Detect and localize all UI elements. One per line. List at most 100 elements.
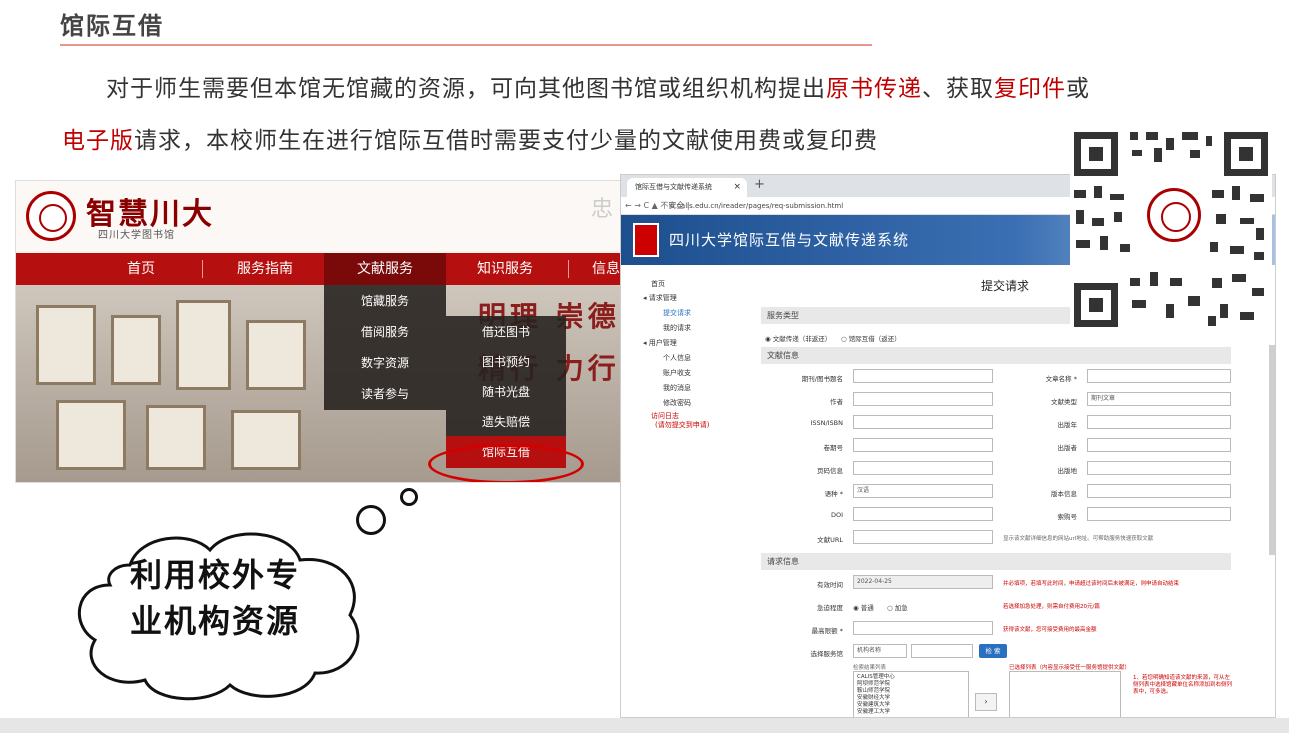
chosen-listbox[interactable] (1009, 671, 1121, 717)
edition-input[interactable] (1087, 484, 1231, 498)
qr-finder-bottom-left (1074, 283, 1118, 327)
library-search-input[interactable] (911, 644, 973, 658)
wall-frame (111, 315, 161, 385)
doi-input[interactable] (853, 507, 993, 521)
radio-document-delivery[interactable]: ◉ 文献传递（非返还） (765, 333, 831, 343)
result-listbox[interactable]: CALIS管理中心 阿坝师范学院 鞍山师范学院 安徽财经大学 安徽建筑大学 安徽… (853, 671, 969, 717)
library-header: 智慧川大 四川大学图书馆 忠 (16, 181, 624, 251)
language-select[interactable]: 汉语 (853, 484, 993, 498)
list-item[interactable]: 安徽财经大学 (857, 695, 965, 702)
library-motto: 忠 (591, 197, 614, 222)
calis-logo-icon (633, 223, 659, 257)
pub-year-input[interactable] (1087, 415, 1231, 429)
label-doc-type: 文献类型 (1051, 398, 1077, 406)
wall-frame (231, 410, 301, 470)
radio-urgency-normal[interactable]: ◉ 普通 (853, 602, 874, 612)
sidebar-messages[interactable]: 我的消息 (663, 383, 691, 393)
section-request-info: 请求信息 (761, 553, 1231, 570)
sidebar-user-mgmt[interactable]: ◂ 用户管理 (643, 338, 677, 348)
label-urgency: 急迫程度 (817, 604, 843, 612)
request-form: 提交请求 服务类型 ◉ 文献传递（非返还） ○ 馆际互借（返还） 文献信息 期刊… (761, 265, 1261, 717)
system-sidebar: 首页 ◂ 请求管理 提交请求 我的请求 ◂ 用户管理 个人信息 账户收支 我的消… (621, 265, 753, 717)
volume-input[interactable] (853, 438, 993, 452)
close-icon[interactable]: × (733, 178, 741, 197)
issn-input[interactable] (853, 415, 993, 429)
submenu-book-reservation[interactable]: 图书预约 (446, 346, 566, 378)
nav-service-guide[interactable]: 服务指南 (206, 253, 324, 285)
para2-text-b: 请求，本校师生在进行馆际互借时需要支付少量的文献使用费或复印费 (134, 128, 878, 154)
publisher-input[interactable] (1087, 438, 1231, 452)
list-item[interactable]: 安徽建筑大学 (857, 702, 965, 709)
add-to-list-button[interactable]: › (975, 693, 997, 711)
submenu-lost-compensation[interactable]: 遗失赔偿 (446, 406, 566, 438)
wall-frame (56, 400, 126, 470)
search-button[interactable]: 检 索 (979, 644, 1007, 658)
max-fee-note: 获得该文献，您可接受费用的最高金额 (1003, 627, 1097, 633)
pub-place-input[interactable] (1087, 461, 1231, 475)
label-select-library: 选择服务馆 (810, 650, 844, 658)
slide-title: 馆际互借 (60, 12, 164, 40)
pages-input[interactable] (853, 461, 993, 475)
sidebar-profile[interactable]: 个人信息 (663, 353, 691, 363)
submenu-borrow-return[interactable]: 借还图书 (446, 316, 566, 348)
university-seal-icon (26, 191, 76, 241)
wall-frame (246, 320, 306, 390)
wall-frame (36, 305, 96, 385)
nav-knowledge-service[interactable]: 知识服务 (446, 253, 564, 285)
wall-frame (146, 405, 206, 470)
article-title-input[interactable] (1087, 369, 1231, 383)
menu-borrow-service[interactable]: 借阅服务 (324, 316, 446, 348)
highlight-original-delivery: 原书传递 (826, 76, 922, 102)
scrollbar[interactable] (1269, 345, 1275, 555)
sidebar-my-requests[interactable]: 我的请求 (663, 323, 691, 333)
nav-separator (202, 260, 203, 278)
list-item[interactable]: 鞍山师范学院 (857, 688, 965, 695)
bubble-text: 利用校外专 业机构资源 (130, 552, 350, 644)
nav-home[interactable]: 首页 (86, 253, 196, 285)
chosen-list-label: 已选择列表（内容显示接受任一服务馆提供文献） (1009, 665, 1131, 671)
list-item[interactable]: 安徽理工大学 (857, 709, 965, 716)
label-max-fee: 最高限额 * (811, 627, 843, 635)
sidebar-password[interactable]: 修改密码 (663, 398, 691, 408)
author-input[interactable] (853, 392, 993, 406)
menu-reader-participation[interactable]: 读者参与 (324, 378, 446, 410)
label-pub-year: 出版年 (1057, 421, 1078, 429)
sidebar-home[interactable]: 首页 (651, 279, 665, 289)
max-fee-input[interactable] (853, 621, 993, 635)
nav-document-service[interactable]: 文献服务 (324, 253, 446, 285)
label-language: 语种 * (824, 490, 843, 498)
journal-title-input[interactable] (853, 369, 993, 383)
url-hint: 显示该文献详细信息的网站url地址。可帮助服务快速获取文献 (1003, 536, 1154, 542)
highlight-photocopy: 复印件 (994, 76, 1066, 102)
browser-tab[interactable]: 馆际互借与文献传递系统 × (627, 178, 747, 197)
sidebar-request-mgmt[interactable]: ◂ 请求管理 (643, 293, 677, 303)
sidebar-submit-request[interactable]: 提交请求 (663, 308, 691, 318)
submenu-book-cd[interactable]: 随书光盘 (446, 376, 566, 408)
menu-digital-resources[interactable]: 数字资源 (324, 347, 446, 379)
doc-url-input[interactable] (853, 530, 993, 544)
label-doi: DOI (830, 511, 843, 519)
paragraph-line-1: 对于师生需要但本馆无馆藏的资源，可向其他图书馆或组织机构提出原书传递、获取复印件… (62, 72, 1242, 106)
radio-urgency-urgent[interactable]: ○ 加急 (887, 602, 908, 612)
call-number-input[interactable] (1087, 507, 1231, 521)
highlight-electronic: 电子版 (62, 128, 134, 154)
doc-type-select[interactable]: 期刊文章 (1087, 392, 1231, 406)
menu-collection-service[interactable]: 馆藏服务 (324, 285, 446, 317)
label-pages: 页码信息 (817, 467, 843, 475)
wall-frame (176, 300, 231, 390)
radio-interlibrary-loan[interactable]: ○ 馆际互借（返还） (841, 333, 901, 343)
para1-text-b: 、获取 (922, 76, 994, 102)
side-hint: 1、若您明确知道该文献的来源，可从左侧列表中选择馆藏单位名称添加到右侧列表中，可… (1133, 675, 1233, 695)
thought-dot-small (400, 488, 418, 506)
para1-text-c: 或 (1066, 76, 1090, 102)
new-tab-icon[interactable]: + (754, 177, 765, 192)
library-nav: 首页 服务指南 文献服务 知识服务 信息 (16, 253, 624, 285)
list-item[interactable]: 阿坝师范学院 (857, 681, 965, 688)
bubble-line-2: 业机构资源 (130, 602, 301, 640)
valid-time-input[interactable]: 2022-04-25 (853, 575, 993, 589)
url-text[interactable]: ill.calis.edu.cn/ireader/pages/req-submi… (669, 197, 843, 215)
nav-separator (568, 260, 569, 278)
library-filter-select[interactable]: 机构名称 (853, 644, 907, 658)
sidebar-account[interactable]: 账户收支 (663, 368, 691, 378)
list-item[interactable]: CALIS管理中心 (857, 674, 965, 681)
